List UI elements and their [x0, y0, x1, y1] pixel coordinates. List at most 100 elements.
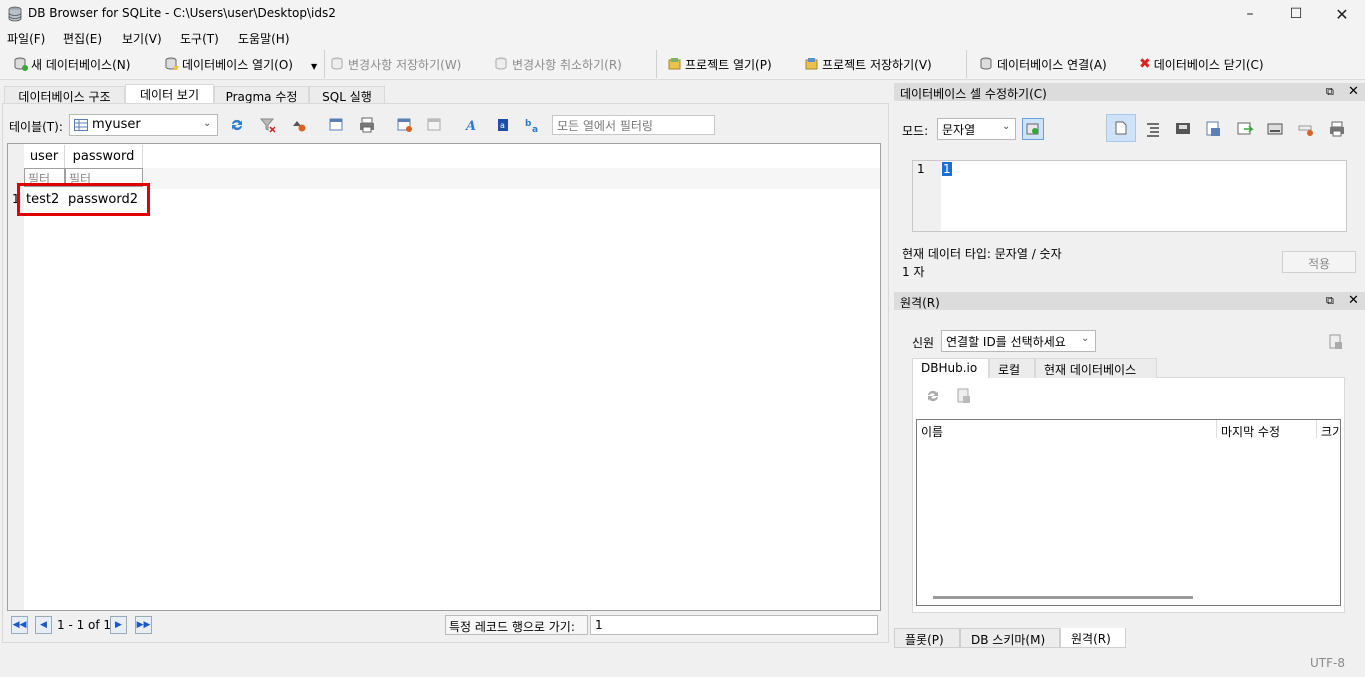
clear-cell-icon[interactable]: [1297, 120, 1315, 138]
tab-remote[interactable]: 원격(R): [1060, 628, 1126, 648]
tab-execute-sql[interactable]: SQL 실행: [309, 86, 385, 104]
refresh-icon[interactable]: [228, 116, 246, 134]
close-database-icon: ✖: [1139, 56, 1151, 72]
svg-text:A: A: [464, 119, 476, 134]
tab-database-structure[interactable]: 데이터베이스 구조: [4, 86, 125, 104]
apply-button[interactable]: 적용: [1282, 251, 1356, 273]
save-table-icon[interactable]: [328, 116, 346, 134]
mode-select[interactable]: 문자열 ⌄: [937, 118, 1016, 140]
revert-changes-icon: [495, 57, 507, 70]
clear-filters-icon[interactable]: [259, 116, 277, 134]
goto-record-button[interactable]: 특정 레코드 행으로 가기:: [445, 615, 588, 635]
edit-cell-panel-title: 데이터베이스 셀 수정하기(C): [894, 83, 1365, 101]
write-changes-icon: [331, 57, 343, 70]
remote-settings-icon[interactable]: [1327, 333, 1345, 351]
word-wrap-button[interactable]: [1106, 114, 1136, 142]
next-record-icon[interactable]: ▶: [110, 616, 127, 634]
editor-text[interactable]: 1: [942, 162, 952, 176]
tab-plot[interactable]: 플롯(P): [894, 628, 960, 648]
window-title: DB Browser for SQLite - C:\Users\user\De…: [28, 6, 336, 20]
first-record-icon[interactable]: ◀◀: [11, 616, 28, 634]
open-project-button[interactable]: 프로젝트 열기(P): [668, 53, 772, 75]
refresh-icon[interactable]: [924, 387, 942, 405]
import-icon[interactable]: [1175, 120, 1193, 138]
save-project-button[interactable]: 프로젝트 저장하기(V): [805, 53, 932, 75]
svg-text:b: b: [525, 119, 532, 129]
open-database-dropdown-icon[interactable]: ▼: [311, 62, 317, 71]
close-panel-icon[interactable]: ✕: [1348, 293, 1359, 308]
attach-database-icon: [980, 57, 992, 70]
horizontal-scrollbar[interactable]: [933, 596, 1193, 599]
insert-record-icon[interactable]: [396, 116, 414, 134]
indent-icon[interactable]: [1144, 120, 1162, 138]
data-size-info: 1 자: [902, 265, 925, 279]
tab-dbhub[interactable]: DBHub.io: [912, 358, 989, 378]
column-header-user[interactable]: user: [24, 145, 65, 169]
print-icon[interactable]: [358, 116, 376, 134]
undock-icon[interactable]: ⧉: [1326, 85, 1334, 99]
write-changes-label: 변경사항 저장하기(W): [348, 57, 462, 72]
write-changes-button[interactable]: 변경사항 저장하기(W): [331, 53, 461, 75]
minimize-button[interactable]: –: [1227, 0, 1273, 28]
previous-record-icon[interactable]: ◀: [35, 616, 52, 634]
menu-help[interactable]: 도움말(H): [238, 30, 290, 47]
attach-database-button[interactable]: 데이터베이스 연결(A): [980, 53, 1107, 75]
menu-file[interactable]: 파일(F): [7, 30, 45, 47]
document-icon: [1115, 121, 1127, 135]
image-view-icon[interactable]: [1266, 120, 1284, 138]
find-replace-icon[interactable]: ba: [524, 116, 542, 134]
menu-view[interactable]: 보기(V): [122, 30, 162, 47]
maximize-button[interactable]: ☐: [1273, 0, 1319, 28]
toolbar-separator: [324, 50, 325, 78]
tab-edit-pragmas[interactable]: Pragma 수정: [214, 86, 309, 104]
open-database-label: 데이터베이스 열기(O): [182, 57, 293, 72]
table-select[interactable]: myuser ⌄: [69, 114, 218, 136]
delete-record-icon[interactable]: [426, 116, 444, 134]
column-divider: [1316, 420, 1317, 438]
close-database-button[interactable]: ✖ 데이터베이스 닫기(C): [1139, 53, 1264, 75]
close-panel-icon[interactable]: ✕: [1348, 84, 1359, 99]
close-window-button[interactable]: ✕: [1319, 0, 1365, 28]
save-project-label: 프로젝트 저장하기(V): [822, 57, 932, 72]
edit-cell-title: 데이터베이스 셀 수정하기(C): [900, 87, 1047, 101]
filter-all-columns-input[interactable]: 모든 열에서 필터링: [552, 115, 715, 135]
identity-select-value: 연결할 ID를 선택하세요: [946, 335, 1066, 349]
remote-panel-title: 원격(R): [894, 292, 1365, 310]
auto-switch-mode-button[interactable]: [1022, 118, 1044, 140]
goto-record-input[interactable]: 1: [590, 615, 878, 635]
column-header-name[interactable]: 이름: [921, 423, 943, 440]
new-database-button[interactable]: 새 데이터베이스(N): [14, 53, 130, 75]
svg-text:a: a: [532, 125, 538, 134]
tab-db-schema[interactable]: DB 스키마(M): [960, 628, 1060, 648]
record-info: 1 - 1 of 1: [57, 618, 112, 632]
font-format-icon[interactable]: A: [463, 116, 481, 134]
clear-sort-icon[interactable]: [290, 116, 308, 134]
encoding-status: UTF-8: [1310, 656, 1345, 670]
tab-current-database[interactable]: 현재 데이터베이스: [1035, 358, 1157, 378]
cell-editor[interactable]: [912, 160, 1347, 232]
set-null-icon[interactable]: [1236, 120, 1254, 138]
column-header-password[interactable]: password: [65, 145, 143, 169]
filter-row: [24, 168, 880, 189]
close-database-label: 데이터베이스 닫기(C): [1153, 57, 1264, 72]
remote-title: 원격(R): [900, 296, 940, 310]
clone-icon[interactable]: [955, 387, 973, 405]
mode-label: 모드:: [902, 124, 929, 138]
column-header-size[interactable]: 크기: [1321, 423, 1340, 440]
column-header-last-modified[interactable]: 마지막 수정: [1221, 423, 1280, 440]
text-format-icon[interactable]: a: [494, 116, 512, 134]
revert-changes-button[interactable]: 변경사항 취소하기(R): [495, 53, 622, 75]
remote-file-list[interactable]: [916, 419, 1341, 606]
database-icon: [8, 6, 22, 22]
table-label: 테이블(T):: [9, 120, 63, 134]
identity-select[interactable]: 연결할 ID를 선택하세요 ⌄: [941, 330, 1096, 352]
undock-icon[interactable]: ⧉: [1326, 294, 1334, 308]
tab-local[interactable]: 로컬: [989, 358, 1035, 378]
open-database-button[interactable]: 데이터베이스 열기(O): [165, 53, 293, 75]
export-icon[interactable]: [1205, 120, 1223, 138]
tab-browse-data[interactable]: 데이터 보기: [125, 84, 214, 104]
menu-edit[interactable]: 편집(E): [63, 30, 102, 47]
menu-tools[interactable]: 도구(T): [180, 30, 219, 47]
last-record-icon[interactable]: ▶▶: [135, 616, 152, 634]
print-cell-icon[interactable]: [1328, 120, 1346, 138]
